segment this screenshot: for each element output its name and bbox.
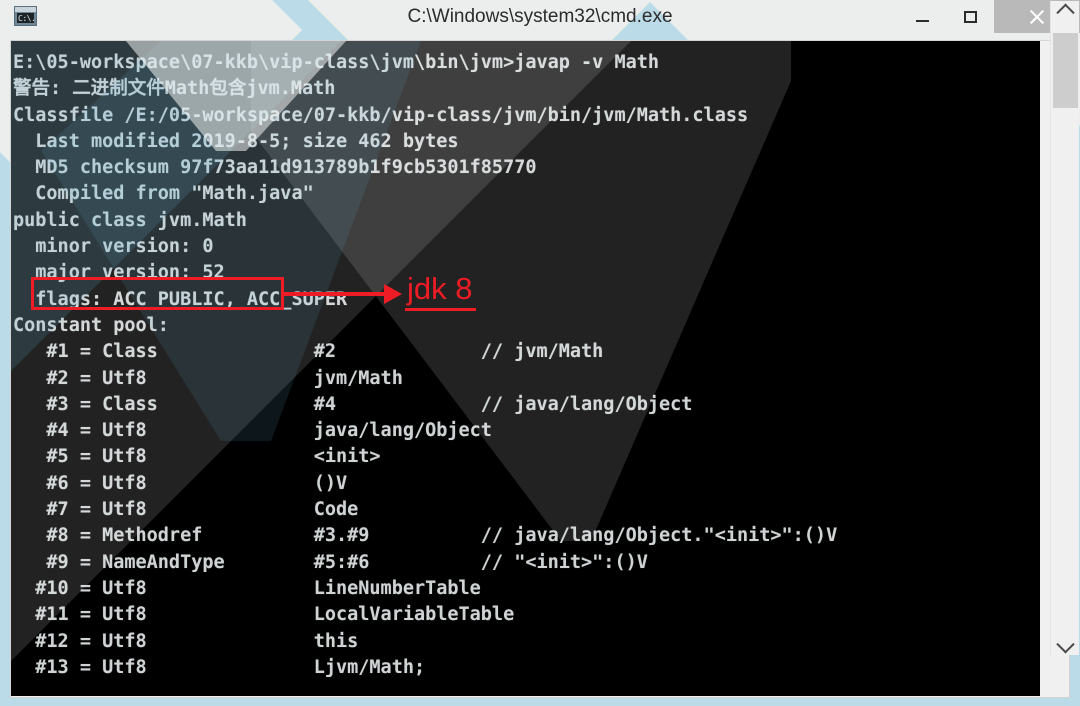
console-scrollbar[interactable]: [1050, 1, 1079, 655]
cmd-window: C:\. C:\Windows\system32\cmd.exe E:\05-w…: [0, 0, 1080, 706]
console-line: #8 = Methodref #3.#9 // java/lang/Object…: [13, 525, 838, 547]
console-line: #7 = Utf8 Code: [13, 499, 359, 521]
console-line: minor version: 0: [13, 236, 214, 258]
scroll-down-button[interactable]: [1051, 627, 1079, 655]
console-line: #13 = Utf8 Ljvm/Math;: [13, 656, 426, 678]
console-line: major version: 52: [13, 262, 225, 284]
console-line: #9 = NameAndType #5:#6 // "<init>":()V: [13, 551, 648, 573]
scrollbar-thumb[interactable]: [1053, 33, 1078, 108]
close-icon: [1028, 8, 1046, 26]
chevron-up-icon: [1055, 2, 1075, 22]
window-titlebar[interactable]: C:\. C:\Windows\system32\cmd.exe: [0, 0, 1080, 33]
maximize-button[interactable]: [946, 0, 994, 33]
console-line: #10 = Utf8 LineNumberTable: [13, 577, 481, 599]
console-line: #2 = Utf8 jvm/Math: [13, 367, 403, 389]
minimize-button[interactable]: [898, 0, 946, 33]
console-output: E:\05-workspace\07-kkb\vip-class\jvm\bin…: [11, 41, 1040, 681]
console-line: 警告: 二进制文件Math包含jvm.Math: [13, 78, 336, 100]
chevron-down-icon: [1055, 634, 1075, 654]
maximize-icon: [963, 10, 977, 23]
console-line: #4 = Utf8 java/lang/Object: [13, 420, 492, 442]
console-line: #11 = Utf8 LocalVariableTable: [13, 604, 515, 626]
scroll-up-button[interactable]: [1051, 1, 1079, 29]
console-line: flags: ACC_PUBLIC, ACC_SUPER: [13, 288, 348, 310]
console-line: Compiled from "Math.java": [13, 183, 314, 205]
console-line: #1 = Class #2 // jvm/Math: [13, 341, 604, 363]
console-line: #5 = Utf8 <init>: [13, 446, 381, 468]
console-line: Classfile /E:/05-workspace/07-kkb/vip-cl…: [13, 104, 749, 126]
console-line: Constant pool:: [13, 314, 169, 336]
console-screen[interactable]: E:\05-workspace\07-kkb\vip-class\jvm\bin…: [11, 41, 1040, 696]
console-line: #12 = Utf8 this: [13, 630, 359, 652]
console-line: Last modified 2019-8-5; size 462 bytes: [13, 130, 459, 152]
console-line: #6 = Utf8 ()V: [13, 472, 348, 494]
console-line: public class jvm.Math: [13, 209, 247, 231]
console-line: #3 = Class #4 // java/lang/Object: [13, 393, 693, 415]
console-line: MD5 checksum 97f73aa11d913789b1f9cb5301f…: [13, 157, 537, 179]
console-line: E:\05-workspace\07-kkb\vip-class\jvm\bin…: [13, 52, 660, 73]
minimize-icon: [915, 19, 929, 22]
